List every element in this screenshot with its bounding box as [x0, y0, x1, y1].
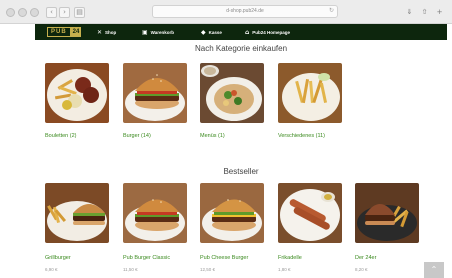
- category-link-bouletten[interactable]: Bouletten (2): [45, 133, 77, 139]
- product-link-der-24er[interactable]: Der 24er: [355, 255, 376, 261]
- category-link-menues[interactable]: Menüs (1): [200, 133, 225, 139]
- nav-item-warenkorb[interactable]: ▣ Warenkorb: [142, 24, 174, 40]
- product-link-pub-burger-classic[interactable]: Pub Burger Classic: [123, 255, 170, 261]
- cash-icon: ◆: [201, 28, 206, 36]
- site-navigation: PUB 24 ✕ Shop ▣ Warenkorb ◆ Kasse ⌂ Pub2…: [35, 24, 447, 40]
- cart-icon: ▣: [142, 28, 148, 36]
- product-link-pub-cheese-burger[interactable]: Pub Cheese Burger: [200, 255, 248, 261]
- url-text: d-shop.pub24.de: [226, 8, 264, 14]
- category-tile-menues[interactable]: [200, 63, 264, 123]
- forward-icon[interactable]: ›: [59, 7, 70, 18]
- der-24er-photo: [355, 183, 419, 243]
- browser-toolbar: ‹ › ▤ d-shop.pub24.de ↻ ⇓ ⇧ +: [0, 0, 452, 24]
- pub-cheese-burger-photo: [200, 183, 264, 243]
- close-window-icon[interactable]: [6, 8, 15, 17]
- product-tile-pub-cheese-burger[interactable]: [200, 183, 264, 243]
- menues-photo: [200, 63, 264, 123]
- nav-item-label: Pub24 Homepage: [252, 29, 291, 35]
- category-tile-bouletten[interactable]: [45, 63, 109, 123]
- nav-item-shop[interactable]: ✕ Shop: [97, 24, 116, 40]
- bouletten-photo: [45, 63, 109, 123]
- fork-knife-icon: ✕: [97, 28, 103, 36]
- download-icon[interactable]: ⇓: [404, 7, 415, 18]
- product-tile-frikadelle[interactable]: [278, 183, 342, 243]
- zoom-window-icon[interactable]: [30, 8, 39, 17]
- burger-photo: [123, 63, 187, 123]
- chevron-up-icon: ⌃: [430, 265, 438, 274]
- nav-item-label: Shop: [105, 29, 117, 35]
- product-tile-pub-burger-classic[interactable]: [123, 183, 187, 243]
- nav-item-label: Warenkorb: [150, 29, 175, 35]
- verschiedenes-photo: [278, 63, 342, 123]
- product-price: 6,90 €: [45, 267, 58, 272]
- product-tile-grillburger[interactable]: [45, 183, 109, 243]
- category-tile-verschiedenes[interactable]: [278, 63, 342, 123]
- logo-text: PUB: [47, 27, 71, 37]
- category-heading: Nach Kategorie einkaufen: [194, 44, 288, 53]
- nav-item-homepage[interactable]: ⌂ Pub24 Homepage: [245, 24, 290, 40]
- product-price: 1,80 €: [278, 267, 291, 272]
- product-link-grillburger[interactable]: Grillburger: [45, 255, 71, 261]
- frikadelle-photo: [278, 183, 342, 243]
- sidebar-icon[interactable]: ▤: [74, 7, 85, 18]
- share-icon[interactable]: ⇧: [419, 7, 430, 18]
- logo-number: 24: [70, 27, 82, 37]
- back-icon[interactable]: ‹: [46, 7, 57, 18]
- category-tile-burger[interactable]: [123, 63, 187, 123]
- product-price: 8,20 €: [355, 267, 368, 272]
- bestseller-heading: Bestseller: [223, 167, 259, 176]
- home-icon: ⌂: [245, 28, 250, 36]
- nav-item-label: Kasse: [208, 29, 222, 35]
- product-link-frikadelle[interactable]: Frikadelle: [278, 255, 302, 261]
- site-logo[interactable]: PUB 24: [47, 27, 82, 37]
- product-tile-der-24er[interactable]: [355, 183, 419, 243]
- category-link-burger[interactable]: Burger (14): [123, 133, 151, 139]
- grillburger-photo: [45, 183, 109, 243]
- reload-icon[interactable]: ↻: [329, 6, 334, 17]
- address-bar[interactable]: d-shop.pub24.de ↻: [152, 5, 338, 18]
- product-price: 11,50 €: [123, 267, 138, 272]
- pub-burger-classic-photo: [123, 183, 187, 243]
- minimize-window-icon[interactable]: [18, 8, 27, 17]
- scroll-to-top-button[interactable]: ⌃: [424, 262, 444, 278]
- product-price: 12,50 €: [200, 267, 216, 272]
- nav-item-kasse[interactable]: ◆ Kasse: [201, 24, 222, 40]
- new-tab-icon[interactable]: +: [434, 7, 445, 18]
- category-link-verschiedenes[interactable]: Verschiedenes (11): [278, 133, 325, 139]
